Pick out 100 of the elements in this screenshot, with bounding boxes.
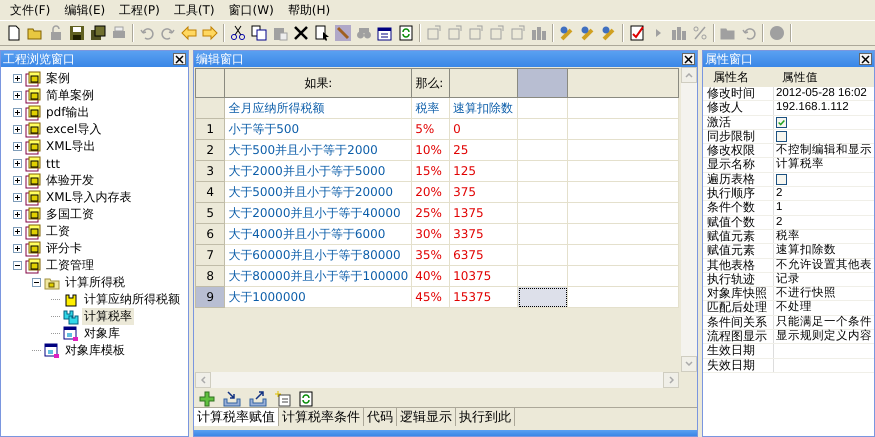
property-value: 计算税率 bbox=[776, 158, 824, 170]
tree-item[interactable]: XML导出 bbox=[44, 138, 98, 155]
chevron-down-icon bbox=[685, 361, 693, 366]
tab[interactable]: 计算税率赋值 bbox=[194, 408, 279, 426]
property-value: 2012-05-28 16:02 bbox=[776, 87, 867, 99]
tree-item[interactable]: pdf输出 bbox=[44, 104, 92, 121]
import-icon[interactable] bbox=[223, 390, 241, 407]
tree-item[interactable]: 计算应纳所得税额 bbox=[82, 291, 182, 308]
tree-item[interactable]: ttt bbox=[44, 156, 62, 170]
tree-item[interactable]: 计算税率 bbox=[82, 308, 134, 325]
table-cell: 25 bbox=[450, 140, 518, 160]
padlock-icon bbox=[48, 25, 64, 41]
new-table-icon[interactable] bbox=[275, 390, 291, 407]
tree-item[interactable]: 工资管理 bbox=[44, 257, 96, 274]
tree-item[interactable]: 工资 bbox=[44, 223, 72, 240]
tree-item[interactable]: excel导入 bbox=[44, 121, 104, 138]
tree-item[interactable]: 多国工资 bbox=[44, 206, 96, 223]
row-header[interactable]: 7 bbox=[196, 244, 225, 266]
close-button[interactable] bbox=[859, 53, 872, 65]
menu-item[interactable]: 文件(F) bbox=[4, 0, 56, 20]
tree-item[interactable]: 体验开发 bbox=[44, 172, 96, 189]
new-file-icon bbox=[6, 25, 22, 41]
project-icon bbox=[25, 104, 41, 120]
row-header[interactable]: 8 bbox=[196, 266, 225, 286]
property-name: 赋值元素 bbox=[706, 244, 756, 258]
row-header[interactable]: 5 bbox=[196, 202, 225, 224]
tree-item[interactable]: XML导入内存表 bbox=[44, 189, 134, 206]
expand-icon[interactable] bbox=[13, 74, 22, 83]
menu-item[interactable]: 工程(P) bbox=[113, 0, 166, 20]
expand-icon[interactable] bbox=[13, 193, 22, 202]
tab[interactable]: 逻辑显示 bbox=[397, 408, 456, 426]
column-header[interactable]: 如果: bbox=[224, 68, 412, 98]
expand-icon[interactable] bbox=[13, 244, 22, 253]
tree-item[interactable]: 简单案例 bbox=[44, 87, 96, 104]
row-header[interactable]: 2 bbox=[196, 140, 225, 160]
property-value: 速算扣除数 bbox=[776, 244, 836, 256]
expand-icon[interactable] bbox=[13, 176, 22, 185]
row-header[interactable]: 4 bbox=[196, 182, 225, 202]
row-header[interactable]: 9 bbox=[196, 286, 225, 308]
row-header[interactable]: 1 bbox=[196, 118, 225, 140]
expand-icon[interactable] bbox=[13, 210, 22, 219]
binoculars-icon bbox=[356, 25, 372, 41]
tab[interactable]: 执行到此 bbox=[456, 408, 515, 426]
add-icon[interactable] bbox=[199, 390, 215, 407]
export-icon[interactable] bbox=[249, 390, 267, 407]
expand-icon[interactable] bbox=[13, 91, 22, 100]
cross-icon bbox=[293, 25, 309, 41]
property-value: 不允许设置其他表 bbox=[776, 258, 872, 271]
collapse-icon[interactable] bbox=[13, 261, 22, 270]
property-name: 修改人 bbox=[706, 101, 744, 115]
tree-item[interactable]: 计算所得税 bbox=[63, 274, 127, 291]
property-name: 失效日期 bbox=[706, 358, 756, 372]
expand-icon[interactable] bbox=[13, 125, 22, 134]
expand-icon[interactable] bbox=[13, 227, 22, 236]
checkbox[interactable] bbox=[776, 130, 787, 142]
project-icon bbox=[25, 172, 41, 188]
close-button[interactable] bbox=[682, 53, 695, 65]
checkbox[interactable] bbox=[776, 174, 787, 185]
property-name: 对象库快照 bbox=[706, 287, 768, 300]
tree-item[interactable]: 对象库 bbox=[82, 325, 122, 342]
table-cell: 125 bbox=[450, 160, 518, 182]
column-header[interactable] bbox=[450, 68, 518, 98]
copy-icon bbox=[251, 25, 267, 41]
refresh-document-icon[interactable] bbox=[299, 390, 313, 407]
field-name-cell: 税率 bbox=[412, 98, 450, 118]
panel-title: 编辑窗口 bbox=[196, 50, 244, 68]
menu-item[interactable]: 编辑(E) bbox=[58, 0, 112, 20]
tree-item[interactable]: 对象库模板 bbox=[63, 342, 127, 359]
table-cell: 大于60000并且小于等于80000 bbox=[224, 244, 412, 266]
refresh-document-icon bbox=[398, 25, 414, 41]
field-name-cell: 全月应纳所得税额 bbox=[224, 98, 412, 118]
clipboard-icon bbox=[272, 25, 288, 41]
row-header[interactable]: 3 bbox=[196, 160, 225, 182]
document-icon bbox=[510, 25, 526, 41]
object-library-icon bbox=[44, 342, 60, 358]
tab[interactable]: 代码 bbox=[364, 408, 397, 426]
chevron-up-icon bbox=[685, 72, 693, 78]
collapse-icon[interactable] bbox=[32, 278, 41, 287]
menu-item[interactable]: 窗口(W) bbox=[222, 0, 280, 20]
column-header[interactable]: 那么: bbox=[412, 68, 450, 98]
undo-icon bbox=[139, 25, 155, 41]
table-cell: 10375 bbox=[450, 266, 518, 286]
table-cell: 5% bbox=[412, 118, 450, 140]
property-name: 匹配后处理 bbox=[706, 301, 768, 315]
menu-item[interactable]: 帮助(H) bbox=[282, 0, 336, 20]
checkbox[interactable] bbox=[776, 116, 787, 128]
tab[interactable]: 计算税率条件 bbox=[279, 408, 364, 426]
tree-item[interactable]: 案例 bbox=[44, 70, 72, 87]
expand-icon[interactable] bbox=[13, 159, 22, 168]
tree-item[interactable]: 评分卡 bbox=[44, 240, 84, 257]
object-library-icon bbox=[63, 326, 79, 342]
property-name: 同步限制 bbox=[706, 130, 756, 144]
expand-icon[interactable] bbox=[13, 142, 22, 151]
menu-item[interactable]: 工具(T) bbox=[168, 0, 221, 20]
row-header[interactable]: 6 bbox=[196, 224, 225, 244]
expand-icon[interactable] bbox=[13, 108, 22, 117]
close-button[interactable] bbox=[173, 53, 186, 65]
table-cell: 大于4000并且小于等于6000 bbox=[224, 224, 412, 244]
table-cell: 25% bbox=[412, 202, 450, 224]
property-name: 执行轨迹 bbox=[706, 272, 756, 286]
